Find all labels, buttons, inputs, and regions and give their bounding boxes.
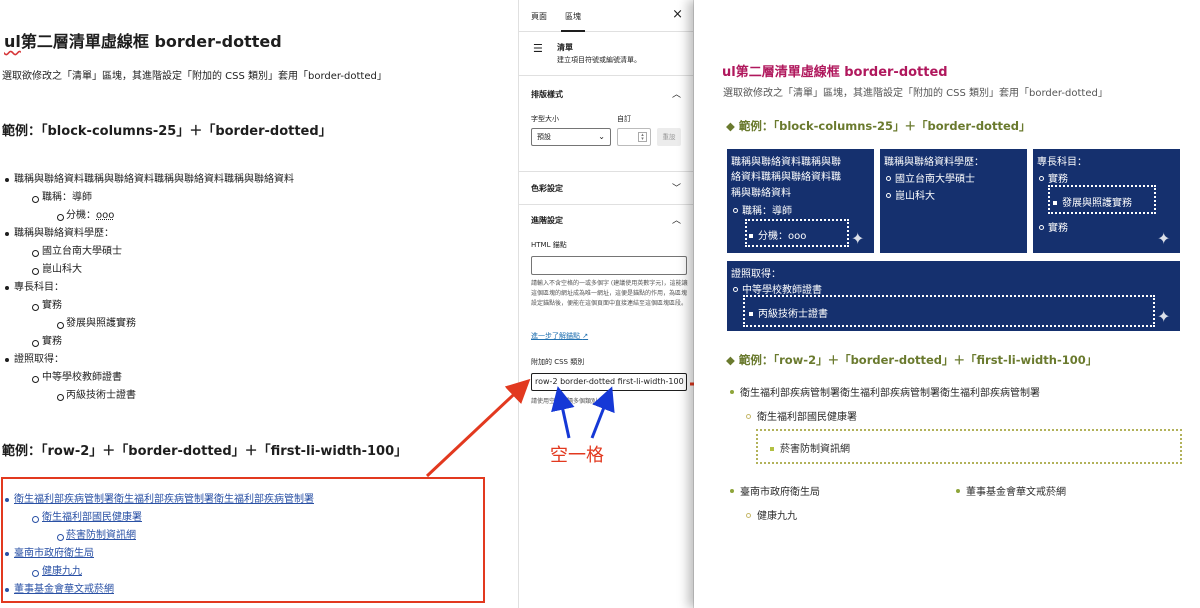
card-subitem: 職稱：導師 bbox=[733, 202, 792, 217]
selected-list-highlight bbox=[1, 477, 485, 603]
learn-more-link[interactable]: 進一步了解錨點 ↗ bbox=[531, 331, 588, 341]
preview-example2-heading: ◆ 範例：「row-2」＋「border-dotted」＋「first-li-w… bbox=[726, 353, 1098, 367]
advanced-panel-toggle[interactable]: 進階設定 bbox=[531, 215, 563, 226]
title-misspelled-prefix: ul bbox=[4, 32, 21, 51]
card-subitem: 國立台南大學碩士 bbox=[886, 170, 975, 185]
chevron-down-icon[interactable]: ﹀ bbox=[672, 181, 681, 194]
preview-description: 選取欲修改之「清單」區塊，其進階設定「附加的 CSS 類別」套用「border-… bbox=[723, 88, 1108, 99]
card-subitem: 實務 bbox=[1039, 219, 1068, 234]
list-item[interactable]: 國立台南大學碩士 bbox=[0, 243, 500, 261]
editor-example1-heading[interactable]: 範例：「block-columns-25」＋「border-dotted」 bbox=[2, 120, 332, 139]
chevron-down-icon: ⌄ bbox=[598, 132, 605, 141]
color-panel-toggle[interactable]: 色彩設定 bbox=[531, 183, 563, 194]
card-boxed-item: 丙級技術士證書 bbox=[749, 305, 828, 320]
card-text: 絡資料職稱與聯絡資料職 bbox=[731, 172, 841, 183]
annotation-label: 空一格 bbox=[550, 445, 604, 466]
card-text: 證照取得： bbox=[731, 269, 781, 280]
list-item[interactable]: 職稱與聯絡資料職稱與聯絡資料職稱與聯絡資料職稱與聯絡資料 bbox=[0, 171, 500, 189]
preview-example1-heading: ◆ 範例：「block-columns-25」＋「border-dotted」 bbox=[726, 119, 1031, 133]
title-rest: 第二層清單虛線框 border-dotted bbox=[20, 32, 282, 51]
card-subitem: 實務 bbox=[1039, 170, 1068, 185]
font-size-select[interactable]: 預設 ⌄ bbox=[531, 128, 611, 146]
sidebar-tabs: 頁面 區塊 × bbox=[519, 0, 693, 32]
editor-canvas: ul第二層清單虛線框 border-dotted 選取欲修改之「清單」區塊，其進… bbox=[0, 0, 510, 608]
list-item: 臺南市政府衛生局 bbox=[730, 483, 820, 498]
learn-more-text: 進一步了解錨點 bbox=[531, 332, 580, 340]
card-text: 職稱與聯絡資料職稱與聯 bbox=[731, 157, 841, 168]
block-name: 清單 bbox=[557, 43, 573, 52]
divider bbox=[519, 171, 693, 172]
list-item[interactable]: 職稱與聯絡資料學歷： bbox=[0, 225, 500, 243]
list-item: 衛生福利部疾病管制署衛生福利部疾病管制署衛生福利部疾病管制署 bbox=[730, 384, 1040, 399]
block-description: 建立項目符號或編號清單。 bbox=[557, 56, 641, 64]
column-card: 職稱與聯絡資料職稱與聯 絡資料職稱與聯絡資料職 稱與聯絡資料 職稱：導師 分機：… bbox=[727, 149, 874, 253]
list-item[interactable]: 發展與照護實務 bbox=[0, 315, 500, 333]
divider bbox=[519, 204, 693, 205]
card-subitem: 崑山科大 bbox=[886, 187, 935, 202]
custom-size-label: 自訂 bbox=[617, 115, 631, 123]
list-item: 菸害防制資訊網 bbox=[770, 440, 850, 455]
css-class-help: 請使用空格分隔多個類別。 bbox=[531, 398, 604, 405]
block-card: ☰ 清單 建立項目符號或編號清單。 bbox=[519, 32, 693, 76]
editor-description[interactable]: 選取欲修改之「清單」區塊，其進階設定「附加的 CSS 類別」套用「border-… bbox=[2, 67, 387, 82]
frontend-preview: ul第二層清單虛線框 border-dotted 選取欲修改之「清單」區塊，其進… bbox=[694, 0, 1200, 608]
typography-panel-toggle[interactable]: 排版樣式 bbox=[531, 89, 563, 100]
card-text: 稱與聯絡資料 bbox=[731, 188, 791, 199]
list-item[interactable]: 崑山科大 bbox=[0, 261, 500, 279]
list-item[interactable]: 專長科目： bbox=[0, 279, 500, 297]
css-class-label: 附加的 CSS 類別 bbox=[531, 358, 585, 366]
tab-page[interactable]: 頁面 bbox=[531, 11, 547, 22]
list-item: 健康九九 bbox=[746, 507, 797, 522]
card-boxed-item: 發展與照護實務 bbox=[1053, 194, 1132, 209]
editor-example2-heading[interactable]: 範例：「row-2」＋「border-dotted」＋「first-li-wid… bbox=[2, 440, 407, 459]
close-icon[interactable]: × bbox=[672, 7, 683, 22]
list-item[interactable]: 分機：ooo bbox=[0, 207, 500, 225]
spinner-icon[interactable]: ▴ ▾ bbox=[638, 132, 647, 142]
preview-title: ul第二層清單虛線框 border-dotted bbox=[722, 65, 948, 80]
sparkle-icon: ✦ bbox=[851, 229, 865, 248]
editor-list-1[interactable]: 職稱與聯絡資料職稱與聯絡資料職稱與聯絡資料職稱與聯絡資料 職稱：導師 分機：oo… bbox=[0, 171, 500, 405]
custom-size-input[interactable]: ▴ ▾ bbox=[617, 128, 651, 146]
external-link-icon: ↗ bbox=[582, 332, 589, 340]
html-anchor-label: HTML 錨點 bbox=[531, 241, 567, 249]
column-card: 專長科目： 實務 發展與照護實務 實務 ✦ bbox=[1033, 149, 1180, 253]
list-item[interactable]: 實務 bbox=[0, 333, 500, 351]
list-icon: ☰ bbox=[533, 42, 543, 55]
tab-block[interactable]: 區塊 bbox=[561, 11, 585, 32]
chevron-up-icon[interactable]: ︿ bbox=[672, 87, 681, 100]
list-item: 董事基金會華文戒菸網 bbox=[956, 483, 1066, 498]
block-settings-sidebar: 頁面 區塊 × ☰ 清單 建立項目符號或編號清單。 排版樣式 ︿ 字型大小 自訂… bbox=[518, 0, 694, 608]
column-card: 職稱與聯絡資料學歷： 國立台南大學碩士 崑山科大 bbox=[880, 149, 1027, 253]
column-card: 證照取得： 中等學校教師證書 丙級技術士證書 ✦ bbox=[727, 261, 1180, 331]
list-item[interactable]: 職稱：導師 bbox=[0, 189, 500, 207]
html-anchor-input[interactable] bbox=[531, 256, 687, 275]
css-class-input[interactable]: row-2 border-dotted first-li-width-100 bbox=[531, 373, 687, 391]
screenshot-root: ul第二層清單虛線框 border-dotted 選取欲修改之「清單」區塊，其進… bbox=[0, 0, 1200, 608]
font-size-label: 字型大小 bbox=[531, 115, 559, 123]
editor-page-title[interactable]: ul第二層清單虛線框 border-dotted bbox=[4, 28, 282, 52]
list-item[interactable]: 丙級技術士證書 bbox=[0, 387, 500, 405]
card-boxed-item: 分機：ooo bbox=[749, 227, 806, 242]
list-item-value: ooo bbox=[96, 210, 115, 221]
chevron-up-icon[interactable]: ︿ bbox=[672, 213, 681, 226]
font-size-value: 預設 bbox=[537, 133, 551, 141]
sparkle-icon: ✦ bbox=[1157, 229, 1171, 248]
html-anchor-help: 請輸入不含空格的一或多個字 (建議使用英數字元)，這能讓這個區塊的網址成為唯一網… bbox=[531, 280, 688, 307]
reset-button[interactable]: 重設 bbox=[657, 128, 681, 146]
card-text: 專長科目： bbox=[1037, 157, 1087, 168]
list-item[interactable]: 證照取得： bbox=[0, 351, 500, 369]
card-subitem: 中等學校教師證書 bbox=[733, 281, 822, 296]
list-item: 衛生福利部國民健康署 bbox=[746, 408, 857, 423]
list-item-prefix: 分機： bbox=[66, 210, 96, 221]
card-text: 職稱與聯絡資料學歷： bbox=[884, 157, 984, 168]
list-item[interactable]: 實務 bbox=[0, 297, 500, 315]
list-item[interactable]: 中等學校教師證書 bbox=[0, 369, 500, 387]
sparkle-icon: ✦ bbox=[1157, 307, 1171, 326]
